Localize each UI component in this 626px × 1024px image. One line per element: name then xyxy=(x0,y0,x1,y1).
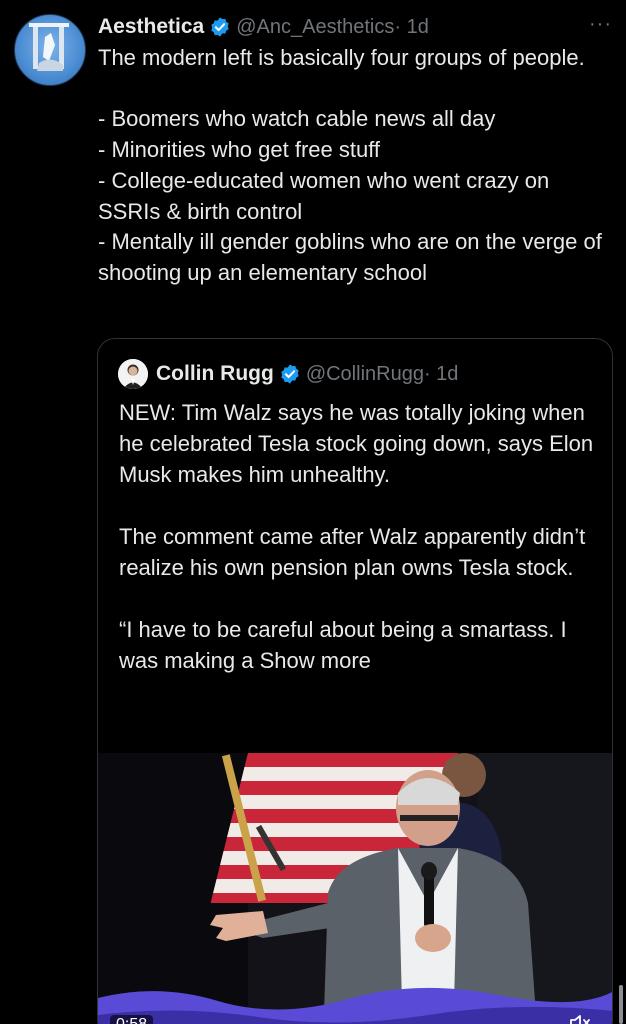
mute-icon[interactable] xyxy=(568,1011,592,1024)
video-player[interactable]: 0:58 xyxy=(98,753,612,1024)
quote-author-handle[interactable]: @CollinRugg xyxy=(306,363,424,386)
video-timestamp: 0:58 xyxy=(110,1015,154,1024)
quote-text-body: NEW: Tim Walz says he was totally joking… xyxy=(119,400,594,673)
tweet-header: Aesthetica @Anc_Aesthetics · 1d xyxy=(98,12,606,42)
quote-time[interactable]: · 1d xyxy=(424,363,458,386)
video-frame xyxy=(98,753,612,1024)
quoted-tweet[interactable]: Collin Rugg @CollinRugg · 1d NEW: Tim Wa… xyxy=(97,338,613,1024)
quote-text: NEW: Tim Walz says he was totally joking… xyxy=(119,397,599,676)
verified-badge-icon xyxy=(211,17,229,37)
tweet[interactable]: Aesthetica @Anc_Aesthetics · 1d ··· The … xyxy=(0,0,626,1024)
tweet-text: The modern left is basically four groups… xyxy=(98,45,602,285)
scrollbar[interactable] xyxy=(619,985,623,1024)
quote-author-avatar[interactable] xyxy=(118,359,148,389)
quote-author-name[interactable]: Collin Rugg xyxy=(156,362,274,386)
quote-header: Collin Rugg @CollinRugg · 1d xyxy=(118,359,458,389)
author-name[interactable]: Aesthetica xyxy=(98,15,204,39)
author-avatar[interactable] xyxy=(14,14,86,86)
show-more-link[interactable]: Show more xyxy=(260,648,371,673)
author-handle[interactable]: @Anc_Aesthetics xyxy=(236,16,394,39)
tweet-time[interactable]: · 1d xyxy=(394,16,428,39)
more-icon[interactable]: ··· xyxy=(589,14,612,34)
verified-badge-icon xyxy=(281,364,299,384)
